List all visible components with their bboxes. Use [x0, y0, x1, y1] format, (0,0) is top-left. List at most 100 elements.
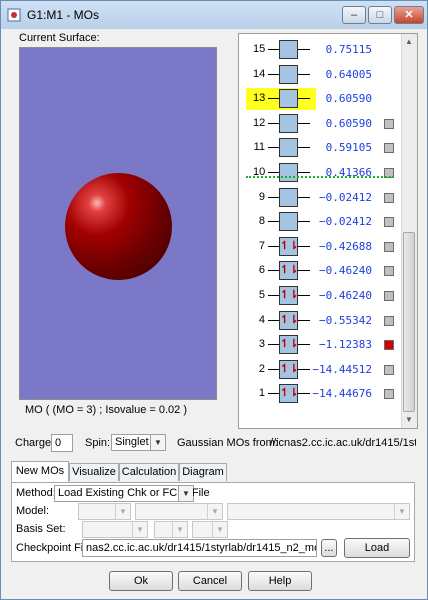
method-label: Method: [16, 487, 56, 499]
mo-row-10[interactable]: 10 0.41366 [239, 161, 404, 185]
mo-row-4[interactable]: 4 ↿⇂ −0.55342 [239, 309, 404, 333]
basis-set-select-2[interactable]: ▼ [154, 521, 188, 538]
scroll-down-arrow-icon[interactable]: ▼ [404, 414, 414, 426]
current-surface-label: Current Surface: [19, 32, 100, 44]
mo-visible-marker[interactable] [384, 291, 394, 301]
mo-energy-value: 0.60590 [325, 92, 372, 106]
virtual-orbital-box[interactable] [279, 163, 298, 182]
mo-row-1[interactable]: 1 ↿⇂ −14.44676 [239, 382, 404, 406]
chevron-down-icon: ▼ [150, 435, 165, 450]
mo-row-11[interactable]: 11 0.59105 [239, 136, 404, 160]
basis-set-select-1[interactable]: ▼ [82, 521, 148, 538]
mo-energy-value: −0.02412 [319, 215, 372, 229]
close-button[interactable]: ✕ [394, 6, 424, 24]
mo-level-line-left [268, 245, 279, 247]
charge-input[interactable]: 0 [51, 434, 73, 452]
occupied-orbital-box[interactable]: ↿⇂ [279, 261, 298, 281]
cancel-button[interactable]: Cancel [178, 571, 242, 591]
mo-row-12[interactable]: 12 0.60590 [239, 112, 404, 136]
mo-level-line-left [268, 73, 279, 75]
mo-energy-value: 0.75115 [325, 43, 372, 56]
occupied-orbital-box[interactable]: ↿⇂ [279, 286, 298, 305]
virtual-orbital-box[interactable] [279, 113, 298, 133]
load-button[interactable]: Load [344, 538, 410, 558]
mo-energy-list[interactable]: 15 0.75115 14 0.64005 13 0.60590 12 0.60590 11 0.… [238, 33, 418, 429]
chevron-down-icon: ▼ [132, 522, 147, 537]
mo-number: 13 [253, 92, 266, 105]
mo-visible-marker-red[interactable] [384, 340, 394, 351]
scroll-thumb[interactable] [403, 232, 415, 412]
mo-level-line-left [268, 172, 279, 173]
mo-row-9[interactable]: 9 −0.02412 [239, 186, 404, 210]
mo-number: 8 [258, 215, 265, 228]
mo-visible-marker[interactable] [384, 266, 394, 277]
homo-lumo-divider [246, 176, 394, 178]
mo-row-6[interactable]: 6 ↿⇂ −0.46240 [239, 259, 404, 283]
mo-visible-marker[interactable] [384, 364, 394, 375]
mo-row-8[interactable]: 8 −0.02412 [239, 210, 404, 234]
checkpoint-file-input[interactable]: nas2.cc.ic.ac.uk/dr1415/1styrlab/dr1415_… [82, 539, 317, 557]
cancel-label: Cancel [192, 575, 228, 587]
mo-level-line-left [268, 295, 279, 296]
help-button[interactable]: Help [248, 571, 312, 591]
mo-row-7[interactable]: 7 ↿⇂ −0.42688 [239, 235, 404, 259]
model-select-2[interactable]: ▼ [135, 503, 223, 520]
mo-row-2[interactable]: 2 ↿⇂ −14.44512 [239, 358, 404, 382]
method-select[interactable]: Load Existing Chk or FChk File ▼ [54, 485, 210, 502]
model-select-1[interactable]: ▼ [78, 503, 131, 520]
tab-diagram[interactable]: Diagram [179, 463, 227, 481]
mo-row-13[interactable]: 13 0.60590 [239, 87, 404, 111]
tab-calculation[interactable]: Calculation [119, 463, 179, 481]
mo-row-5[interactable]: 5 ↿⇂ −0.46240 [239, 284, 404, 308]
mo-visible-marker[interactable] [384, 143, 394, 154]
minimize-button[interactable]: – [342, 6, 366, 24]
basis-set-select-3[interactable]: ▼ [192, 521, 228, 538]
mo-visible-marker[interactable] [384, 241, 394, 252]
model-label: Model: [16, 505, 50, 517]
virtual-orbital-box[interactable] [279, 212, 298, 232]
ok-button[interactable]: Ok [109, 571, 173, 591]
maximize-button[interactable]: □ [368, 6, 392, 24]
browse-button[interactable]: ... [321, 539, 337, 557]
virtual-orbital-box[interactable] [279, 89, 298, 109]
mo-level-line-left [268, 147, 279, 149]
mo-number: 3 [258, 338, 265, 351]
mos-window: G1:M1 - MOs – □ ✕ Current Surface: MO ( … [0, 0, 428, 600]
mo-visible-marker[interactable] [384, 192, 394, 203]
mo-energy-value: −0.42688 [319, 239, 372, 253]
mo-energy-value: −14.44512 [312, 362, 372, 376]
virtual-orbital-box[interactable] [279, 138, 298, 158]
ok-label: Ok [133, 575, 149, 587]
occupied-orbital-box[interactable]: ↿⇂ [279, 359, 299, 379]
mo-level-line-left [268, 344, 279, 346]
scroll-up-arrow-icon[interactable]: ▲ [404, 36, 414, 48]
model-select-3[interactable]: ▼ [227, 503, 410, 520]
mo-list-scrollbar[interactable]: ▲ ▼ [401, 34, 417, 428]
mo-level-line-left [268, 270, 279, 272]
occupied-orbital-box[interactable]: ↿⇂ [279, 335, 298, 355]
mo-surface-viewer[interactable] [19, 47, 217, 400]
virtual-orbital-box[interactable] [279, 64, 298, 84]
mo-visible-marker[interactable] [384, 118, 394, 129]
tab-visualize[interactable]: Visualize [69, 463, 119, 481]
spin-label: Spin: [85, 437, 111, 449]
mo-visible-marker[interactable] [384, 389, 394, 400]
chevron-down-icon: ▼ [172, 522, 187, 537]
electron-pair-arrows-icon: ↿⇂ [280, 313, 299, 326]
virtual-orbital-box[interactable] [279, 187, 298, 207]
tab-new-mos[interactable]: New MOs [11, 461, 69, 483]
occupied-orbital-box[interactable]: ↿⇂ [279, 384, 298, 404]
mo-level-line-left [268, 49, 279, 50]
virtual-orbital-box[interactable] [279, 40, 298, 59]
occupied-orbital-box[interactable]: ↿⇂ [279, 310, 299, 330]
mo-row-15[interactable]: 15 0.75115 [239, 38, 404, 62]
mo-row-14[interactable]: 14 0.64005 [239, 63, 404, 87]
mo-row-3[interactable]: 3 ↿⇂ −1.12383 [239, 333, 404, 357]
mo-number: 1 [258, 387, 265, 400]
mo-visible-marker[interactable] [384, 217, 394, 228]
mo-visible-marker[interactable] [384, 315, 394, 326]
occupied-orbital-box[interactable]: ↿⇂ [279, 236, 298, 256]
electron-pair-arrows-icon: ↿⇂ [280, 362, 299, 375]
spin-select[interactable]: Singlet ▼ [111, 434, 166, 451]
mo-number: 2 [258, 362, 265, 375]
